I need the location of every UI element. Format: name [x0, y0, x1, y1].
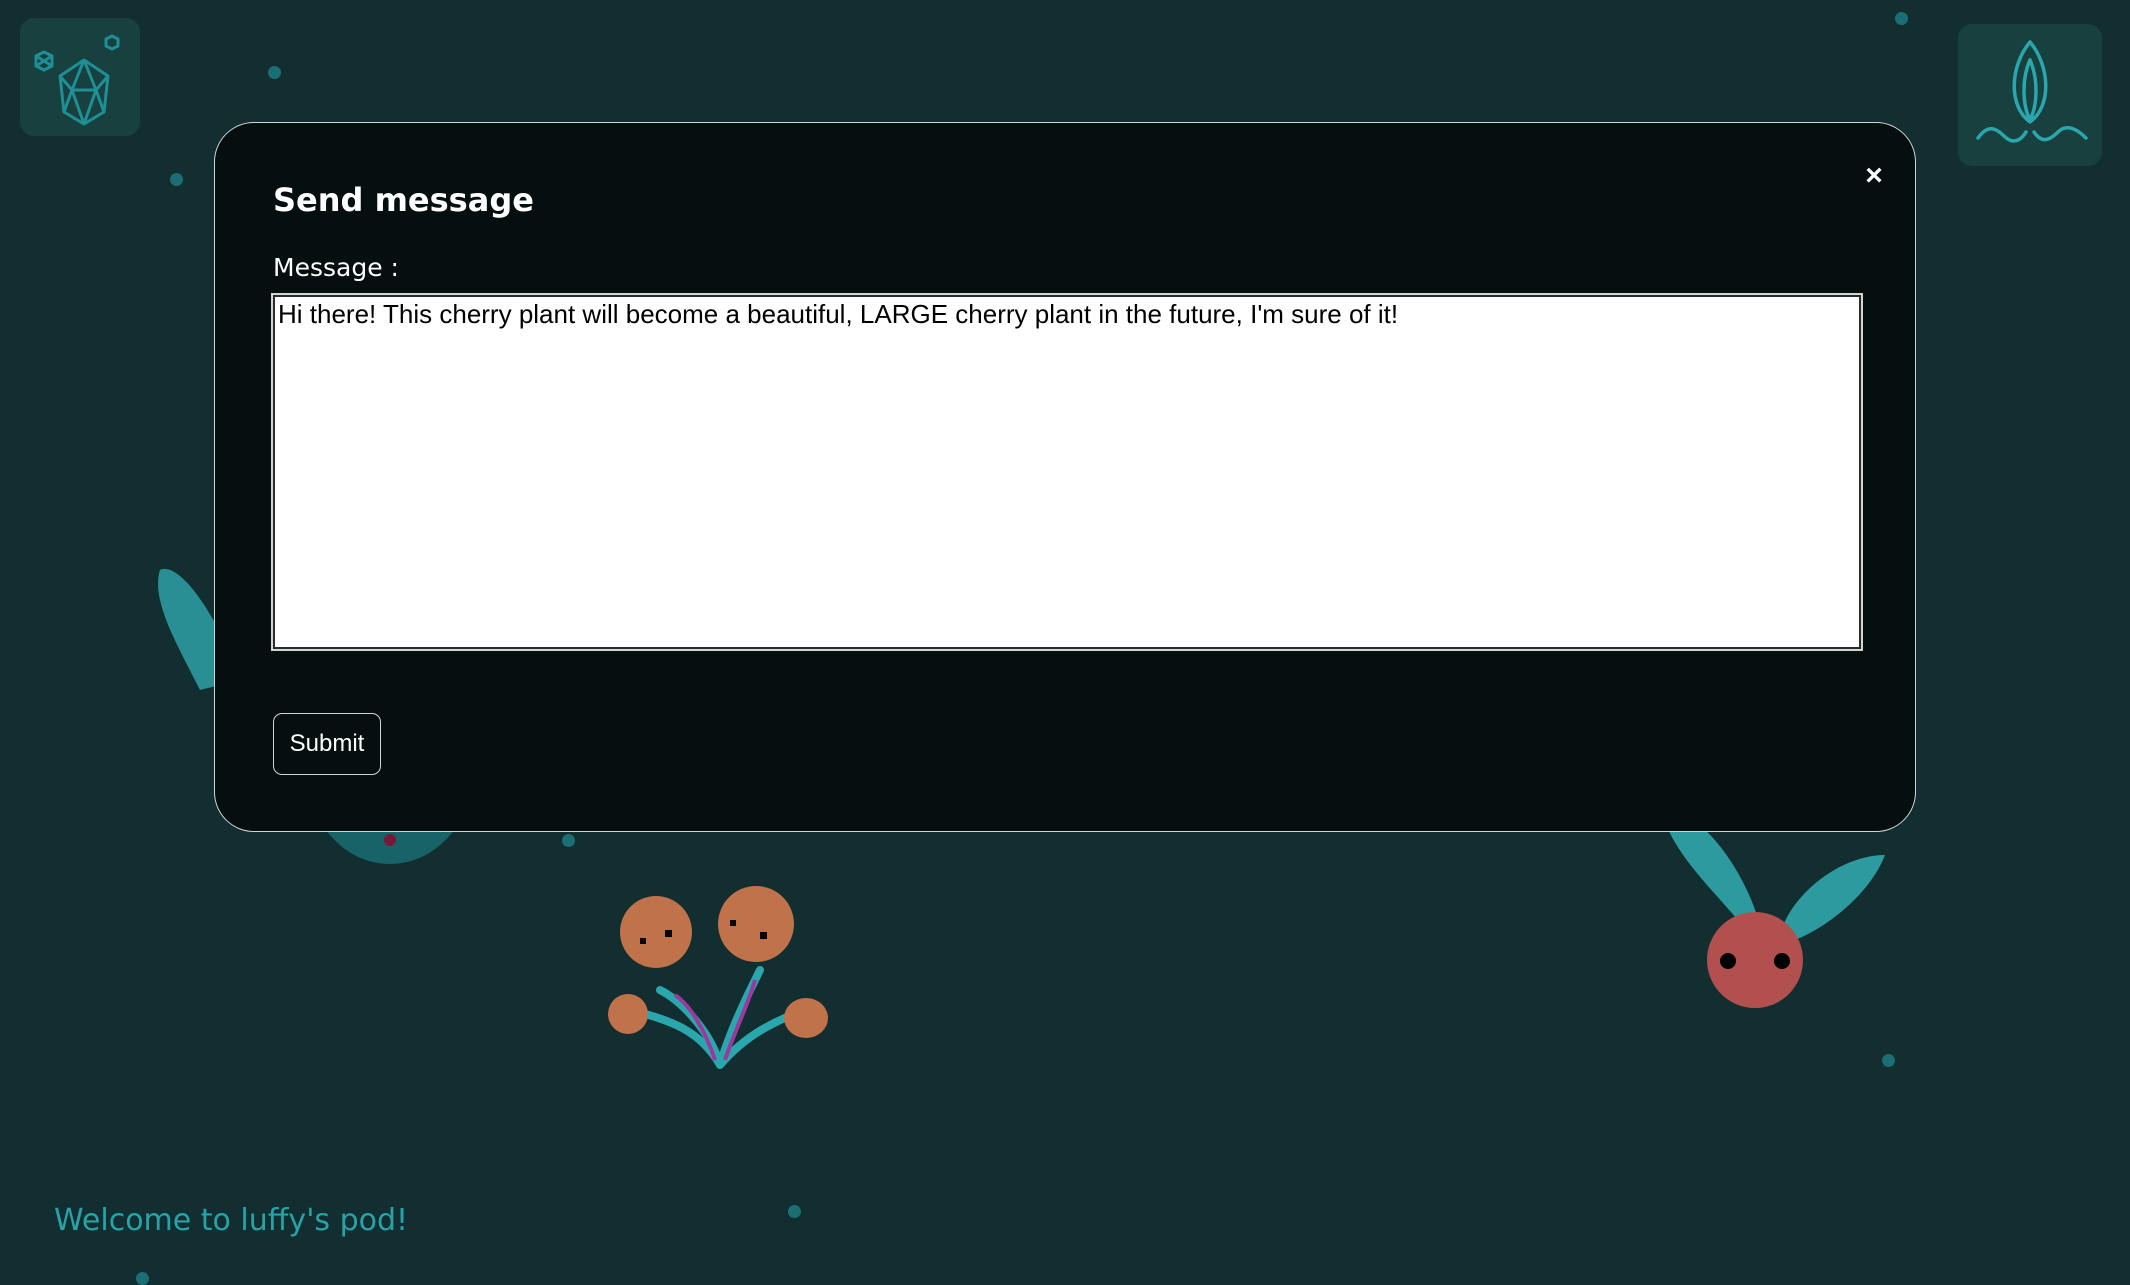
background-dot [788, 1205, 801, 1218]
background-dot [562, 834, 575, 847]
background-dot [136, 1272, 149, 1285]
message-label: Message : [273, 253, 399, 282]
background-dot [268, 66, 281, 79]
mushroom-cluster-creature [608, 886, 828, 1069]
crystal-gems-icon[interactable] [20, 18, 140, 136]
background-dot [170, 173, 183, 186]
message-textarea[interactable]: Hi there! This cherry plant will become … [271, 293, 1863, 651]
send-message-dialog: Send message × Message : Hi there! This … [214, 122, 1916, 832]
submit-button[interactable]: Submit [273, 713, 381, 775]
dialog-title: Send message [273, 181, 534, 219]
close-icon[interactable]: × [1857, 159, 1891, 193]
background-dot [1882, 1054, 1895, 1067]
sprout-water-icon[interactable] [1958, 24, 2102, 166]
background-dot [1895, 12, 1908, 25]
welcome-text: Welcome to luffy's pod! [54, 1203, 409, 1238]
